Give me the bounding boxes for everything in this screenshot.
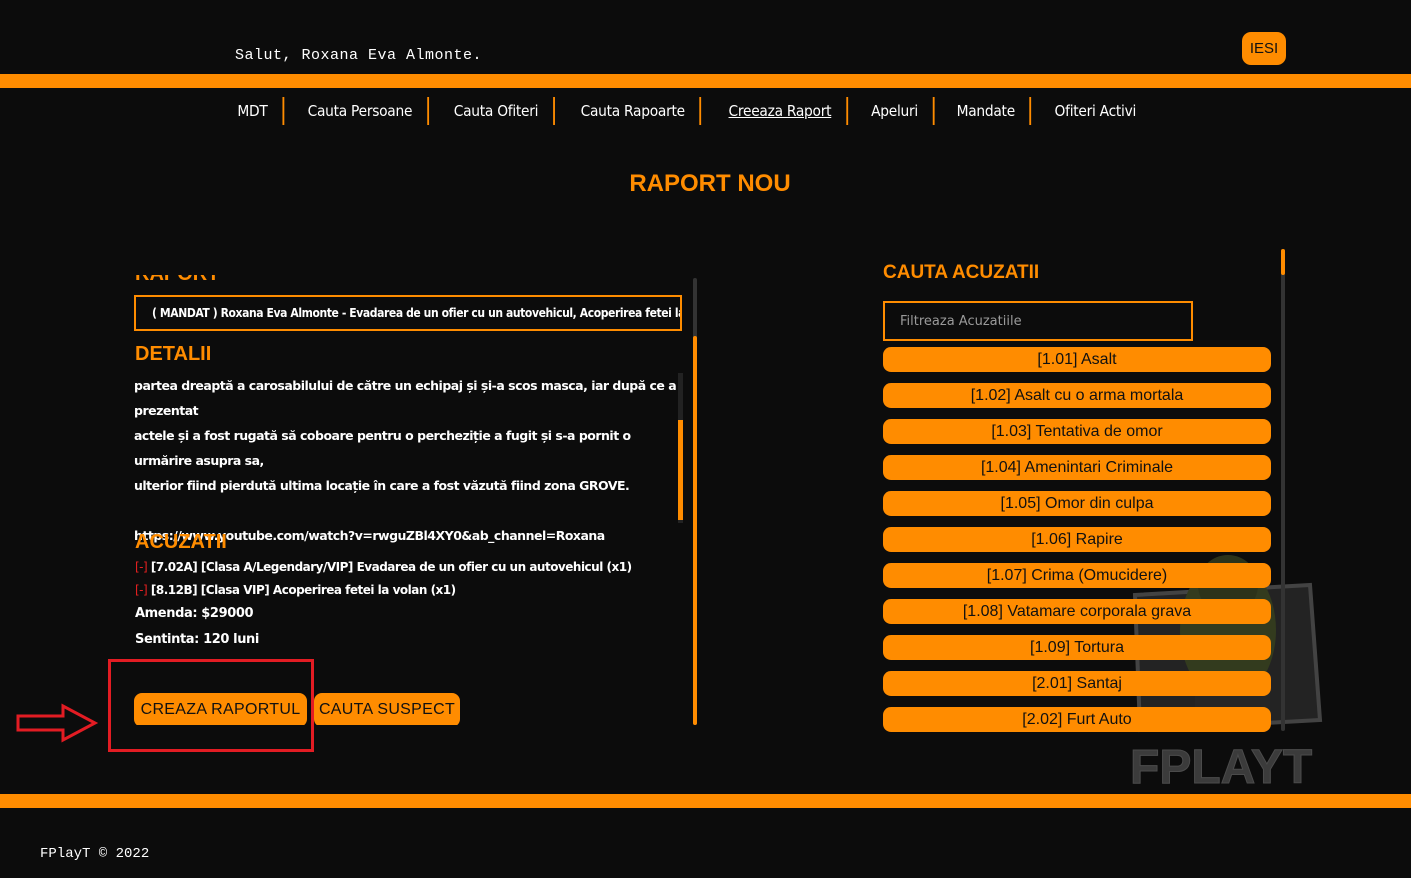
charge-option[interactable]: [2.02] Furt Auto	[883, 707, 1271, 732]
bottom-accent-bar	[0, 794, 1411, 808]
charge-option[interactable]: [1.09] Tortura	[883, 635, 1271, 660]
selected-charge: [-] [7.02A] [Clasa A/Legendary/VIP] Evad…	[135, 560, 632, 574]
remove-charge-button[interactable]: [-]	[135, 583, 148, 597]
nav-item-creeaza-raport[interactable]: Creeaza Raport	[713, 97, 848, 125]
charge-option[interactable]: [2.01] Santaj	[883, 671, 1271, 696]
charge-option[interactable]: [1.04] Amenintari Criminale	[883, 455, 1271, 480]
charge-option[interactable]: [1.02] Asalt cu o arma mortala	[883, 383, 1271, 408]
annotation-arrow-icon	[16, 703, 99, 743]
detalii-line	[134, 498, 679, 523]
main-nav: MDT Cauta Persoane Cauta Ofiteri Cauta R…	[220, 95, 1156, 127]
remove-charge-button[interactable]: [-]	[135, 560, 148, 574]
charge-option[interactable]: [1.08] Vatamare corporala grava	[883, 599, 1271, 624]
logout-button[interactable]: IESI	[1242, 32, 1286, 65]
nav-item-cauta-ofiteri[interactable]: Cauta Ofiteri	[439, 97, 556, 125]
nav-item-ofiteri-activi[interactable]: Ofiteri Activi	[1040, 97, 1151, 125]
nav-item-apeluri[interactable]: Apeluri	[857, 97, 935, 125]
raport-title-field[interactable]: ( MANDAT ) Roxana Eva Almonte - Evadarea…	[134, 295, 682, 331]
nav-item-mandate[interactable]: Mandate	[942, 97, 1032, 125]
filter-charges-input[interactable]	[883, 301, 1193, 341]
detalii-line: ulterior fiind pierdută ultima locație î…	[134, 478, 630, 493]
raport-label: RAPORT	[135, 275, 219, 286]
acuzatii-label: ACUZATII	[135, 531, 227, 553]
charge-option[interactable]: [1.05] Omor din culpa	[883, 491, 1271, 516]
greeting-text: Salut, Roxana Eva Almonte.	[235, 47, 483, 64]
annotation-highlight-box	[108, 659, 314, 752]
footer-copyright: FPlayT © 2022	[40, 846, 150, 862]
charge-option[interactable]: [1.06] Rapire	[883, 527, 1271, 552]
detalii-textarea[interactable]: partea dreaptă a carosabilului de către …	[134, 373, 679, 543]
search-suspect-button[interactable]: CAUTA SUSPECT	[314, 693, 460, 725]
selected-charge-text: [7.02A] [Clasa A/Legendary/VIP] Evadarea…	[150, 560, 632, 574]
report-scroll-thumb[interactable]	[693, 336, 697, 725]
report-form[interactable]: RAPORT ( MANDAT ) Roxana Eva Almonte - E…	[120, 275, 695, 725]
page-title: RAPORT NOU	[629, 170, 791, 197]
nav-item-cauta-persoane[interactable]: Cauta Persoane	[293, 97, 429, 125]
detalii-scroll-thumb[interactable]	[678, 420, 683, 520]
detalii-scrollbar[interactable]	[678, 373, 683, 523]
charges-scroll-thumb[interactable]	[1281, 249, 1285, 275]
search-charges-title: CAUTA ACUZATII	[883, 262, 1040, 283]
charge-option[interactable]: [1.07] Crima (Omucidere)	[883, 563, 1271, 588]
charges-list: [1.01] Asalt [1.02] Asalt cu o arma mort…	[883, 347, 1271, 743]
selected-charge-text: [8.12B] [Clasa VIP] Acoperirea fetei la …	[150, 583, 456, 597]
detalii-line: actele și a fost rugată să coboare pentr…	[134, 428, 631, 468]
charges-scrollbar[interactable]	[1281, 249, 1285, 731]
selected-charge: [-] [8.12B] [Clasa VIP] Acoperirea fetei…	[135, 583, 456, 597]
sentence-length: Sentinta: 120 luni	[135, 632, 259, 647]
nav-item-cauta-rapoarte[interactable]: Cauta Rapoarte	[566, 97, 702, 125]
top-accent-bar	[0, 74, 1411, 88]
report-scrollbar[interactable]	[693, 278, 697, 725]
nav-item-mdt[interactable]: MDT	[223, 97, 285, 125]
charge-option[interactable]: [1.01] Asalt	[883, 347, 1271, 372]
detalii-line: partea dreaptă a carosabilului de către …	[134, 378, 677, 418]
watermark-text: FPLAYT	[1130, 741, 1312, 794]
charge-option[interactable]: [1.03] Tentativa de omor	[883, 419, 1271, 444]
fine-amount: Amenda: $29000	[135, 606, 254, 621]
detalii-label: DETALII	[135, 343, 212, 365]
